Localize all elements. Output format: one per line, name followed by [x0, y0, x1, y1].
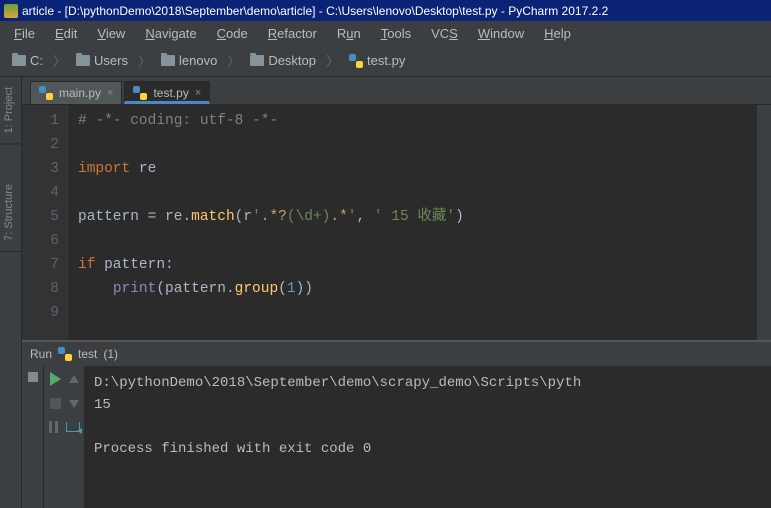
menu-vcs[interactable]: VCS — [423, 24, 466, 43]
code-content[interactable]: # -*- coding: utf-8 -*- import re patter… — [68, 105, 757, 340]
menu-run[interactable]: Run — [329, 24, 369, 43]
code-comment: # -*- coding: utf-8 -*- — [78, 113, 278, 129]
folder-icon — [250, 55, 264, 66]
python-file-icon — [39, 86, 53, 100]
run-header-label: Run — [30, 347, 52, 361]
run-header: Run test (1) — [22, 342, 771, 366]
folder-icon — [161, 55, 175, 66]
console-line: Process finished with exit code 0 — [94, 441, 371, 457]
line-number-gutter: 1 2 3 4 5 6 7 8 9 — [22, 105, 68, 340]
menu-refactor[interactable]: Refactor — [260, 24, 325, 43]
tool-tab-structure[interactable]: 7: Structure — [0, 174, 21, 252]
menu-view[interactable]: View — [89, 24, 133, 43]
vcs-icon[interactable] — [28, 372, 38, 382]
editor-tab-test[interactable]: test.py × — [124, 81, 210, 104]
window-title: article - [D:\pythonDemo\2018\September\… — [22, 4, 608, 18]
navigation-breadcrumb: C: 〉 Users 〉 lenovo 〉 Desktop 〉 test.py — [0, 45, 771, 77]
line-number: 9 — [22, 301, 59, 325]
chevron-right-icon: 〉 — [53, 51, 66, 70]
stop-icon[interactable] — [50, 398, 61, 409]
close-icon[interactable]: × — [107, 87, 113, 99]
console-line: D:\pythonDemo\2018\September\demo\scrapy… — [94, 375, 581, 391]
folder-icon — [76, 55, 90, 66]
menu-navigate[interactable]: Navigate — [137, 24, 204, 43]
breadcrumb-label: test.py — [367, 53, 405, 68]
breadcrumb-label: lenovo — [179, 53, 217, 68]
python-file-icon — [58, 347, 72, 361]
console-output[interactable]: D:\pythonDemo\2018\September\demo\scrapy… — [84, 366, 771, 508]
menu-code[interactable]: Code — [209, 24, 256, 43]
line-number: 7 — [22, 253, 59, 277]
menu-tools[interactable]: Tools — [373, 24, 419, 43]
editor-tab-main[interactable]: main.py × — [30, 81, 122, 104]
rerun-icon[interactable] — [50, 372, 61, 386]
breadcrumb-drive[interactable]: C: — [6, 51, 49, 70]
python-file-icon — [349, 54, 363, 68]
chevron-right-icon: 〉 — [227, 51, 240, 70]
menu-help[interactable]: Help — [536, 24, 579, 43]
breadcrumb-label: Desktop — [268, 53, 316, 68]
breadcrumb-file[interactable]: test.py — [343, 51, 411, 70]
run-left-tool-stripe — [22, 366, 44, 508]
folder-icon — [12, 55, 26, 66]
line-number: 5 — [22, 205, 59, 229]
code-editor[interactable]: 1 2 3 4 5 6 7 8 9 # -*- coding: utf-8 -*… — [22, 105, 771, 340]
close-icon[interactable]: × — [195, 87, 201, 99]
line-number: 3 — [22, 157, 59, 181]
line-number: 8 — [22, 277, 59, 301]
app-icon — [4, 4, 18, 18]
breadcrumb-folder[interactable]: lenovo — [155, 51, 223, 70]
breadcrumb-label: Users — [94, 53, 128, 68]
soft-wrap-icon[interactable] — [66, 422, 80, 432]
up-stack-icon[interactable] — [69, 375, 79, 383]
menu-file[interactable]: File — [6, 24, 43, 43]
pause-icon[interactable] — [49, 421, 58, 433]
line-number: 2 — [22, 133, 59, 157]
breadcrumb-folder[interactable]: Desktop — [244, 51, 322, 70]
window-titlebar: article - [D:\pythonDemo\2018\September\… — [0, 0, 771, 21]
menu-bar: File Edit View Navigate Code Refactor Ru… — [0, 21, 771, 45]
run-actions-toolbar — [44, 366, 84, 508]
error-stripe — [757, 105, 771, 340]
run-tool-window: Run test (1) — [22, 340, 771, 508]
chevron-right-icon: 〉 — [326, 51, 339, 70]
tab-label: test.py — [153, 86, 188, 100]
line-number: 1 — [22, 109, 59, 133]
run-config-count: (1) — [103, 347, 118, 361]
editor-tabs: main.py × test.py × — [22, 77, 771, 105]
line-number: 6 — [22, 229, 59, 253]
menu-edit[interactable]: Edit — [47, 24, 85, 43]
breadcrumb-label: C: — [30, 53, 43, 68]
python-file-icon — [133, 86, 147, 100]
line-number: 4 — [22, 181, 59, 205]
code-keyword: import — [78, 161, 130, 177]
breadcrumb-folder[interactable]: Users — [70, 51, 134, 70]
chevron-right-icon: 〉 — [138, 51, 151, 70]
run-config-name: test — [78, 347, 97, 361]
menu-window[interactable]: Window — [470, 24, 532, 43]
tool-tab-project[interactable]: 1: Project — [0, 77, 21, 144]
console-line: 15 — [94, 397, 111, 413]
code-identifier: re — [130, 161, 156, 177]
left-tool-stripe: 1: Project 7: Structure — [0, 77, 22, 508]
down-stack-icon[interactable] — [69, 400, 79, 408]
tab-label: main.py — [59, 86, 101, 100]
